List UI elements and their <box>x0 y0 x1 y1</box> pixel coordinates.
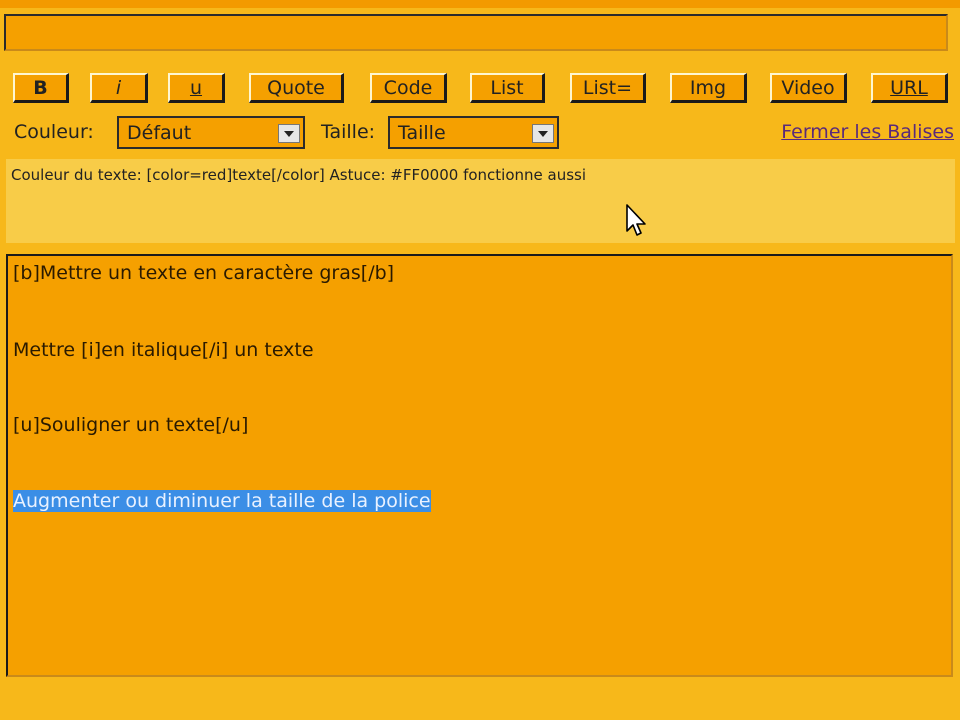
code-button[interactable]: Code <box>370 73 447 103</box>
help-text: Couleur du texte: [color=red]texte[/colo… <box>11 166 587 184</box>
underline-button[interactable]: u <box>168 73 225 103</box>
close-tags-link[interactable]: Fermer les Balises <box>781 121 954 143</box>
editor-line: [u]Souligner un texte[/u] <box>13 414 249 436</box>
color-select-value: Défaut <box>127 122 192 144</box>
chevron-down-icon[interactable] <box>278 124 300 143</box>
message-editor[interactable]: [b]Mettre un texte en caractère gras[/b]… <box>6 254 953 677</box>
chevron-down-icon[interactable] <box>532 124 554 143</box>
color-label: Couleur: <box>14 121 94 143</box>
editor-line: Mettre [i]en italique[/i] un texte <box>13 339 314 361</box>
size-select-value: Taille <box>398 122 446 144</box>
size-select[interactable]: Taille <box>388 116 559 149</box>
quote-button[interactable]: Quote <box>249 73 344 103</box>
editor-line: [b]Mettre un texte en caractère gras[/b] <box>13 262 395 284</box>
image-button[interactable]: Img <box>670 73 747 103</box>
video-button[interactable]: Video <box>770 73 847 103</box>
mouse-cursor-icon <box>626 204 646 236</box>
ordered-list-button[interactable]: List= <box>570 73 646 103</box>
bold-button[interactable]: B <box>13 73 69 103</box>
selected-text: Augmenter ou diminuer la taille de la po… <box>13 490 431 512</box>
italic-button[interactable]: i <box>90 73 148 103</box>
top-strip <box>0 0 960 8</box>
help-panel: Couleur du texte: [color=red]texte[/colo… <box>6 159 955 243</box>
list-button[interactable]: List <box>470 73 545 103</box>
size-label: Taille: <box>321 121 376 143</box>
subject-field[interactable] <box>4 14 948 51</box>
url-button[interactable]: URL <box>871 73 948 103</box>
color-select[interactable]: Défaut <box>117 116 305 149</box>
